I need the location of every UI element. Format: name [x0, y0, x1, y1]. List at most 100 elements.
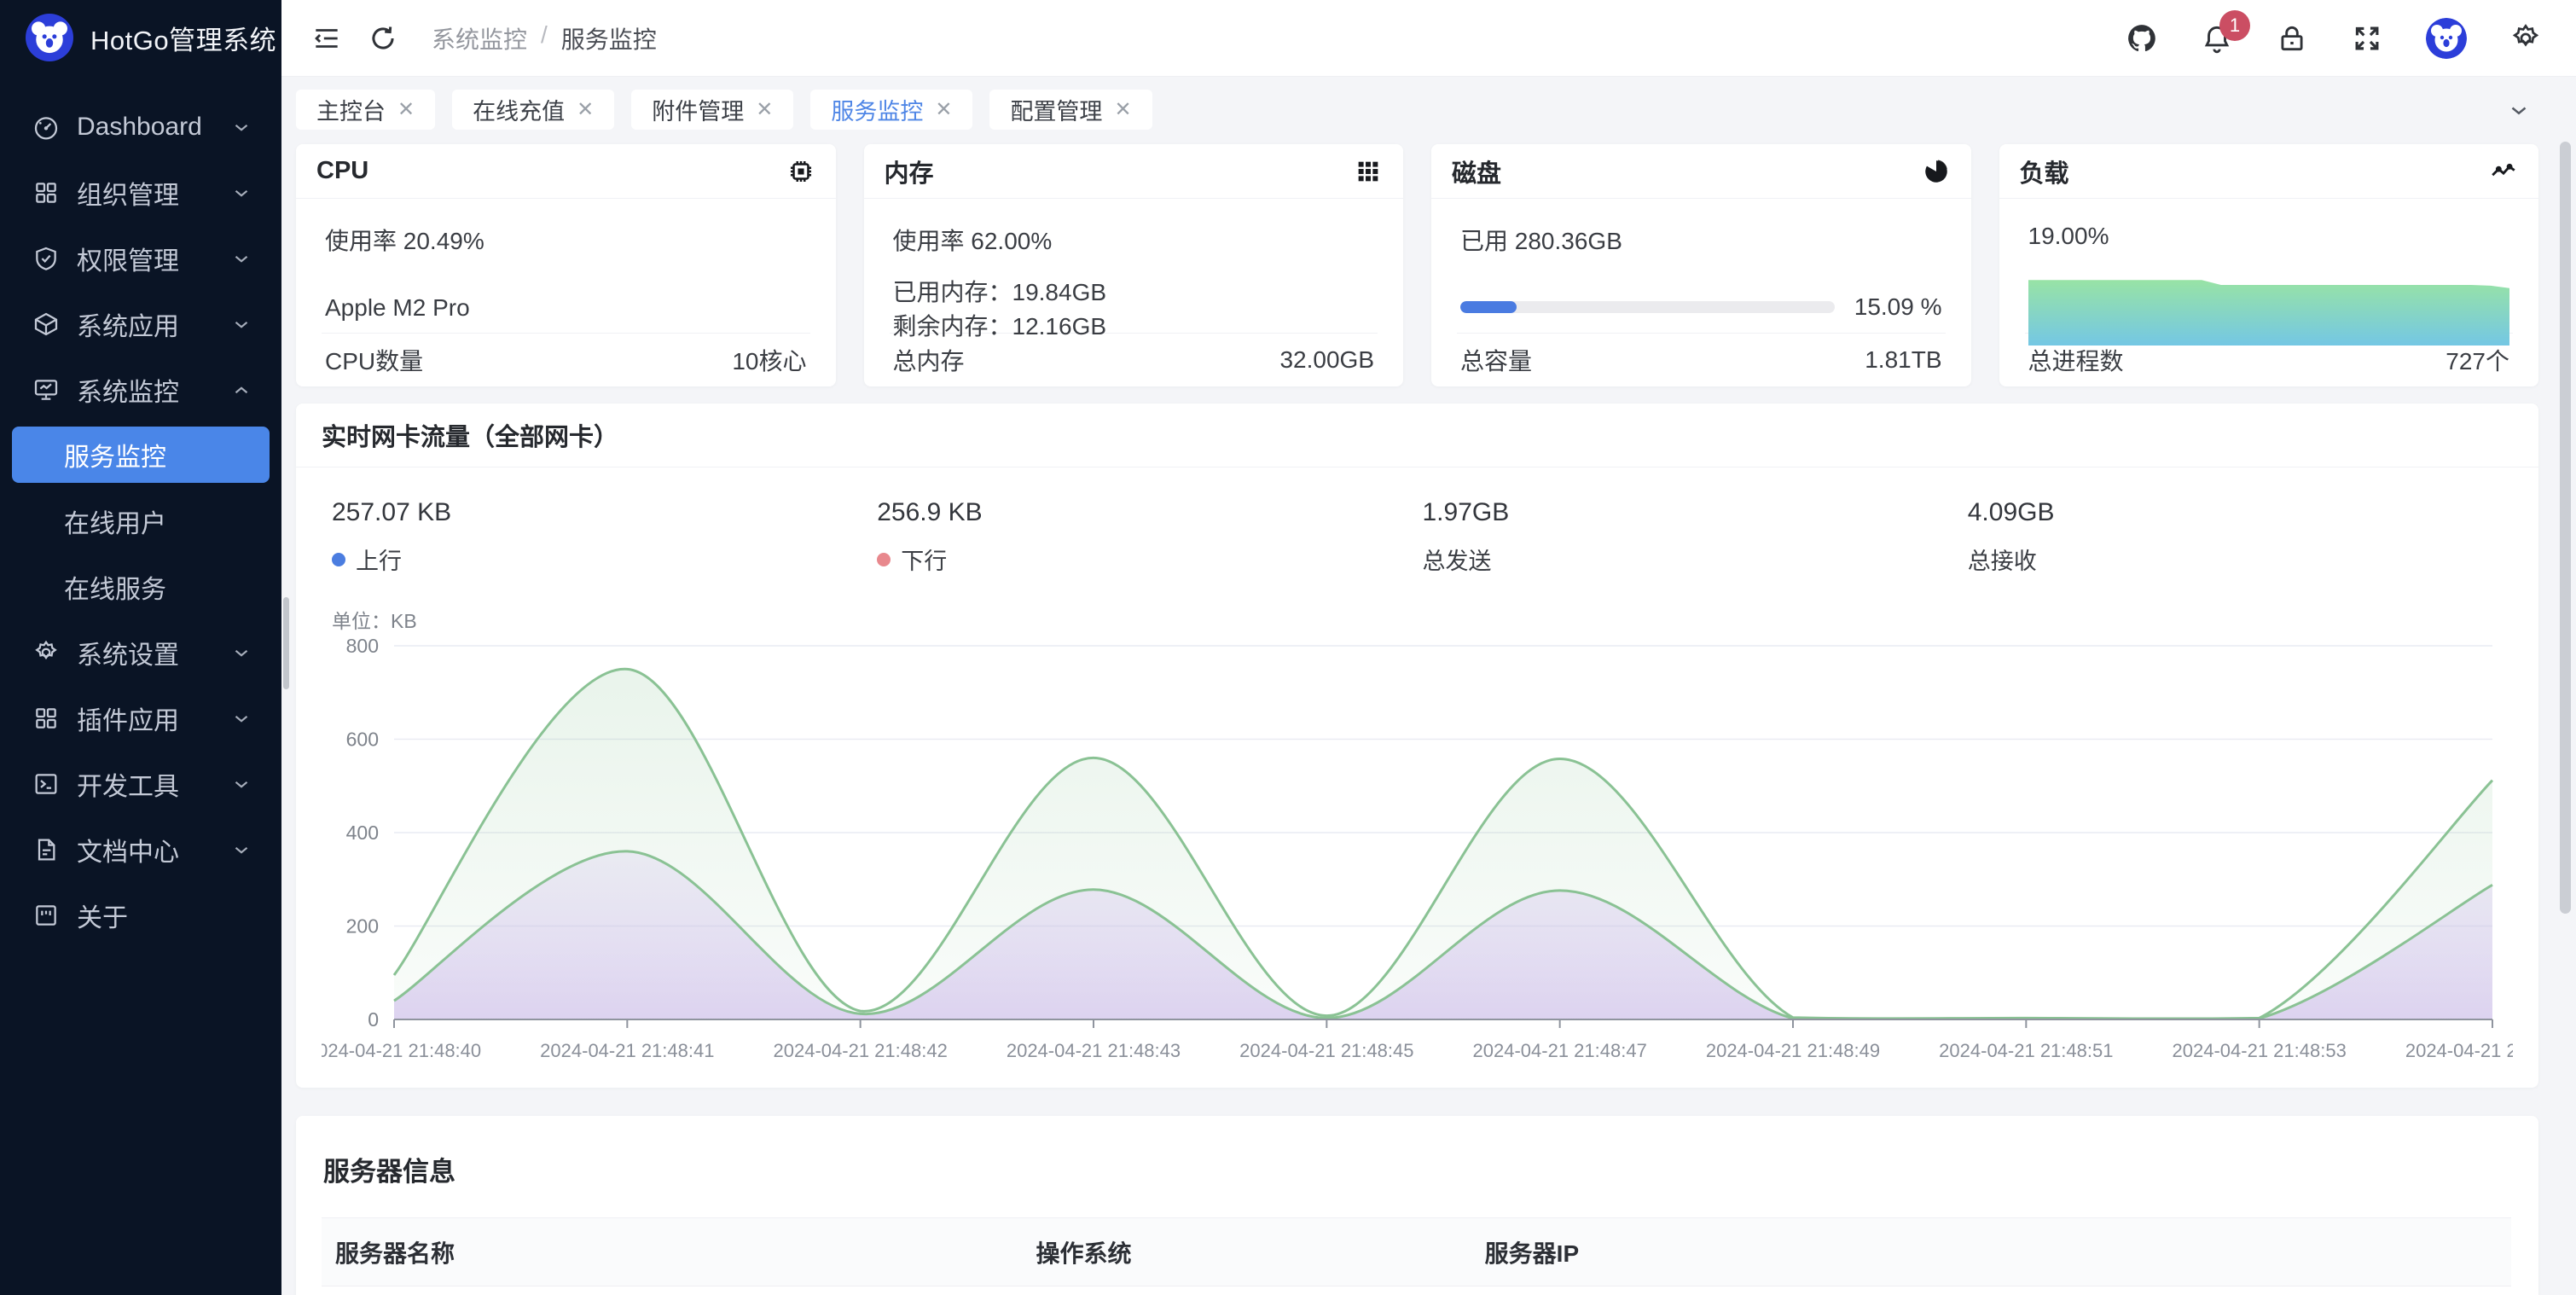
svg-text:2024-04-21 21:48:43: 2024-04-21 21:48:43 — [1007, 1040, 1181, 1061]
tab-console[interactable]: 主控台 ✕ — [296, 90, 435, 130]
load-mini-chart — [2028, 264, 2510, 346]
sidebar-item-label: 组织管理 — [77, 174, 213, 212]
cpu-chip-icon — [786, 157, 815, 186]
lock-icon[interactable] — [2276, 22, 2308, 55]
sidebar-subitem-online-users[interactable]: 在线用户 — [0, 488, 281, 554]
close-icon[interactable]: ✕ — [1114, 97, 1131, 122]
sidebar-subitem-online-services[interactable]: 在线服务 — [0, 554, 281, 619]
close-icon[interactable]: ✕ — [397, 97, 415, 122]
stat-label: 上行 — [356, 543, 402, 576]
sidebar-item-organization[interactable]: 组织管理 — [0, 160, 281, 225]
sidebar-subitem-service-monitor[interactable]: 服务监控 — [12, 427, 270, 483]
terminal-icon — [32, 770, 60, 798]
disk-card-header: 磁盘 — [1431, 144, 1971, 199]
user-avatar[interactable] — [2426, 18, 2467, 59]
github-icon[interactable] — [2126, 22, 2158, 55]
content-mini-scrollbar[interactable] — [283, 597, 289, 689]
grid-icon — [32, 705, 60, 732]
chevron-down-icon — [230, 247, 252, 270]
stat-value: 1.97GB — [1423, 498, 1968, 527]
svg-text:2024-04-21 21:48:47: 2024-04-21 21:48:47 — [1473, 1040, 1647, 1061]
tab-service-monitor[interactable]: 服务监控 ✕ — [810, 90, 972, 130]
svg-text:0: 0 — [368, 1008, 379, 1031]
sidebar-collapse-icon[interactable] — [310, 22, 343, 55]
server-info-panel: 服务器信息 服务器名称 操作系统 服务器IP mengshuaideMBP da… — [296, 1116, 2538, 1295]
shield-check-icon — [32, 245, 60, 272]
load-area-chart — [2028, 264, 2510, 346]
sidebar-item-plugins[interactable]: 插件应用 — [0, 685, 281, 751]
document-icon — [32, 836, 60, 863]
sidebar-item-label: 系统设置 — [77, 634, 213, 671]
stat-value: 257.07 KB — [332, 498, 877, 527]
card-title: 磁盘 — [1452, 154, 1501, 189]
disk-card: 磁盘 已用 280.36GB 15.09 % — [1431, 144, 1971, 386]
memory-usage: 使用率 62.00% — [893, 223, 1375, 257]
cpu-usage: 使用率 20.49% — [325, 223, 807, 257]
settings-gear-icon[interactable] — [2509, 22, 2542, 55]
tabbar-chevron-down-icon[interactable] — [2506, 97, 2532, 123]
sidebar-item-docs[interactable]: 文档中心 — [0, 816, 281, 882]
network-area-chart: 02004006008002024-04-21 21:48:402024-04-… — [322, 636, 2513, 1066]
disk-used: 已用 280.36GB — [1460, 223, 1942, 257]
stat-label: 总发送 — [1423, 543, 1492, 576]
trend-line-icon — [2489, 157, 2518, 186]
tab-attachments[interactable]: 附件管理 ✕ — [631, 90, 793, 130]
column-header-os: 操作系统 — [1022, 1235, 1471, 1269]
svg-text:2024-04-21 21:48:55: 2024-04-21 21:48:55 — [2405, 1040, 2513, 1061]
sidebar-item-label: 权限管理 — [77, 240, 213, 277]
network-panel-body: 257.07 KB 上行 256.9 KB 下行 1.97GB 总发送 4. — [296, 467, 2538, 1088]
tab-config[interactable]: 配置管理 ✕ — [989, 90, 1152, 130]
sidebar-item-system-settings[interactable]: 系统设置 — [0, 619, 281, 685]
sidebar-item-label: 关于 — [77, 897, 252, 934]
sidebar-item-permissions[interactable]: 权限管理 — [0, 225, 281, 291]
sidebar-item-label: 系统监控 — [77, 371, 213, 409]
footer-label: 总容量 — [1460, 343, 1532, 377]
svg-text:600: 600 — [346, 729, 379, 751]
sidebar-item-system-apps[interactable]: 系统应用 — [0, 291, 281, 357]
footer-label: 总进程数 — [2028, 343, 2124, 377]
load-card-body: 19.00% — [1999, 199, 2539, 333]
pie-chart-icon — [1922, 157, 1951, 186]
server-info-title: 服务器信息 — [296, 1116, 2538, 1217]
disk-card-footer: 总容量 1.81TB — [1431, 334, 1971, 386]
sidebar-item-dashboard[interactable]: Dashboard — [0, 94, 281, 160]
sidebar-item-system-monitor[interactable]: 系统监控 — [0, 357, 281, 422]
notifications[interactable]: 1 — [2201, 22, 2233, 55]
close-icon[interactable]: ✕ — [935, 97, 952, 122]
hotgo-admin-app: HotGo管理系统 Dashboard 组织管理 权限管理 系统应用 — [0, 0, 2576, 1295]
about-icon — [32, 902, 60, 929]
sidebar-item-dev-tools[interactable]: 开发工具 — [0, 751, 281, 816]
breadcrumb: 系统监控 / 服务监控 — [432, 21, 657, 55]
svg-text:2024-04-21 21:48:40: 2024-04-21 21:48:40 — [322, 1040, 481, 1061]
vertical-scrollbar[interactable] — [2560, 142, 2571, 914]
footer-value: 1.81TB — [1865, 346, 1941, 374]
sidebar-nav: Dashboard 组织管理 权限管理 系统应用 系统监控 — [0, 75, 281, 948]
chevron-down-icon — [230, 313, 252, 335]
close-icon[interactable]: ✕ — [756, 97, 773, 122]
column-header-name: 服务器名称 — [322, 1235, 1022, 1269]
memory-card-header: 内存 — [864, 144, 1404, 199]
breadcrumb-current[interactable]: 服务监控 — [561, 21, 657, 55]
sidebar-item-label: 开发工具 — [77, 765, 213, 803]
footer-value: 32.00GB — [1279, 346, 1374, 374]
chevron-down-icon — [230, 116, 252, 138]
breadcrumb-parent[interactable]: 系统监控 — [432, 21, 527, 55]
sidebar-item-about[interactable]: 关于 — [0, 882, 281, 948]
network-stats-row: 257.07 KB 上行 256.9 KB 下行 1.97GB 总发送 4. — [322, 498, 2513, 576]
fullscreen-icon[interactable] — [2351, 22, 2383, 55]
app-logo[interactable]: HotGo管理系统 — [0, 0, 281, 75]
svg-text:2024-04-21 21:48:45: 2024-04-21 21:48:45 — [1239, 1040, 1413, 1061]
memory-used: 已用内存：19.84GB — [893, 276, 1375, 310]
svg-text:800: 800 — [346, 636, 379, 657]
refresh-icon[interactable] — [367, 22, 399, 55]
notification-badge: 1 — [2219, 10, 2250, 41]
table-row[interactable]: mengshuaideMBP darwin 19 1.27 / .238 — [322, 1286, 2511, 1295]
grid-icon — [32, 179, 60, 206]
progress-fill — [1460, 301, 1517, 313]
tab-online-recharge[interactable]: 在线充值 ✕ — [452, 90, 614, 130]
stat-value: 256.9 KB — [877, 498, 1422, 527]
disk-card-body: 已用 280.36GB 15.09 % — [1431, 199, 1971, 333]
sidebar: HotGo管理系统 Dashboard 组织管理 权限管理 系统应用 — [0, 0, 281, 1295]
chevron-up-icon — [230, 379, 252, 401]
close-icon[interactable]: ✕ — [577, 97, 594, 122]
